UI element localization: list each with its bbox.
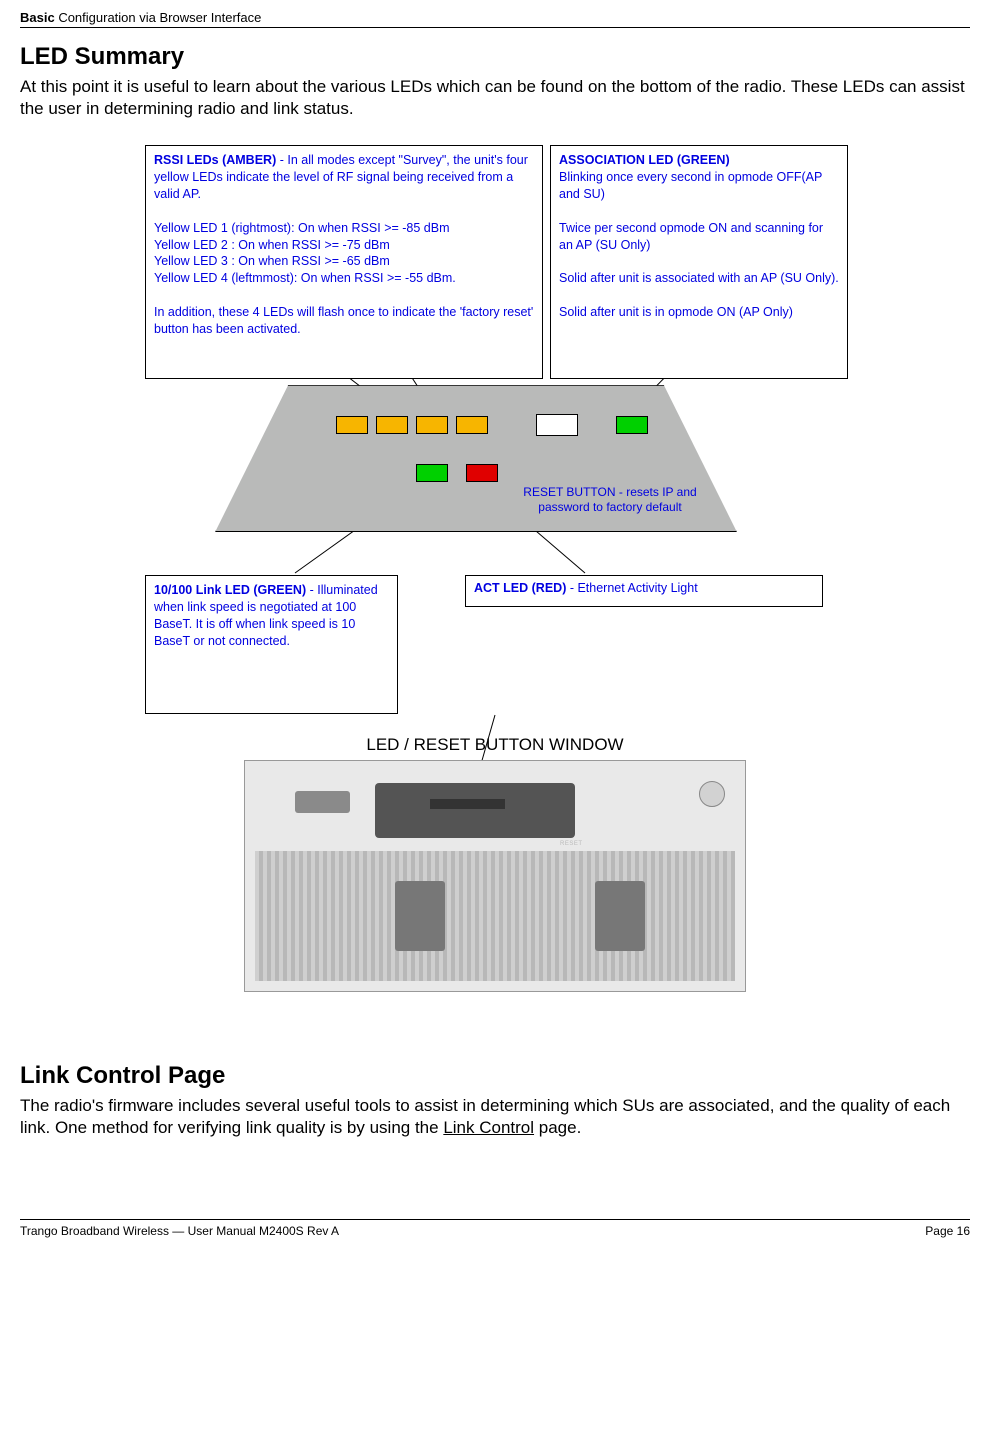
- header-rest: Configuration via Browser Interface: [55, 10, 262, 25]
- header-bold: Basic: [20, 10, 55, 25]
- footer-page-number: 16: [957, 1224, 970, 1238]
- footer-right: Page 16: [925, 1224, 970, 1238]
- act-led-callout: ACT LED (RED) - Ethernet Activity Light: [465, 575, 823, 607]
- link-led-icon: [416, 464, 448, 482]
- association-led-icon: [616, 416, 648, 434]
- connector-icon: [295, 791, 350, 813]
- footer-left: Trango Broadband Wireless — User Manual …: [20, 1224, 339, 1238]
- footer-page-label: Page: [925, 1224, 956, 1238]
- mount-slot-left-icon: [395, 881, 445, 951]
- led-window-icon: RESET: [375, 783, 575, 838]
- running-header: Basic Configuration via Browser Interfac…: [20, 10, 970, 28]
- act-body: - Ethernet Activity Light: [566, 581, 697, 595]
- rssi-tail: In addition, these 4 LEDs will flash onc…: [154, 305, 533, 336]
- link-body-link: Link Control: [443, 1118, 534, 1137]
- page-footer: Trango Broadband Wireless — User Manual …: [20, 1219, 970, 1238]
- rssi-lines: Yellow LED 1 (rightmost): On when RSSI >…: [154, 221, 456, 286]
- rssi-led-4-icon: [336, 416, 368, 434]
- rssi-title: RSSI LEDs (AMBER): [154, 153, 276, 167]
- link-title: 10/100 Link LED (GREEN): [154, 583, 306, 597]
- assoc-body: Blinking once every second in opmode OFF…: [559, 170, 839, 319]
- rssi-led-1-icon: [456, 416, 488, 434]
- link-control-body: The radio's firmware includes several us…: [20, 1095, 970, 1139]
- led-row-icon: [430, 799, 505, 809]
- link-control-heading: Link Control Page: [20, 1062, 970, 1090]
- reset-button-label: RESET BUTTON - resets IP and password to…: [505, 485, 715, 514]
- assoc-title: ASSOCIATION LED (GREEN): [559, 153, 730, 167]
- act-title: ACT LED (RED): [474, 581, 566, 595]
- reset-button-icon: [536, 414, 578, 436]
- rssi-led-2-icon: [416, 416, 448, 434]
- radio-underside-photo: RESET: [244, 760, 746, 992]
- association-callout: ASSOCIATION LED (GREEN) Blinking once ev…: [550, 145, 848, 379]
- rssi-led-3-icon: [376, 416, 408, 434]
- act-led-icon: [466, 464, 498, 482]
- mount-slot-right-icon: [595, 881, 645, 951]
- led-diagram: RSSI LEDs (AMBER) - In all modes except …: [135, 145, 855, 715]
- reset-tiny-label: RESET: [560, 841, 583, 847]
- link-body-post: page.: [534, 1118, 581, 1137]
- led-summary-intro: At this point it is useful to learn abou…: [20, 76, 970, 120]
- heatsink-fins-icon: [255, 851, 735, 981]
- led-summary-heading: LED Summary: [20, 43, 970, 71]
- link-led-callout: 10/100 Link LED (GREEN) - Illuminated wh…: [145, 575, 398, 714]
- rssi-callout: RSSI LEDs (AMBER) - In all modes except …: [145, 145, 543, 379]
- vent-cap-icon: [699, 781, 725, 807]
